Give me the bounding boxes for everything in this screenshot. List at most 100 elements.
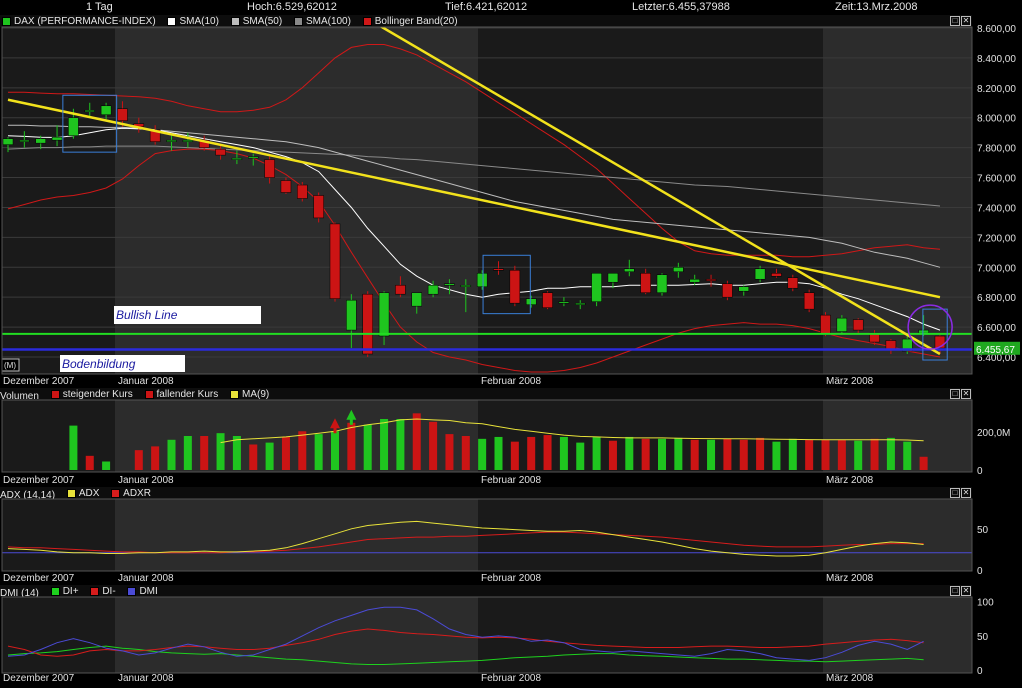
volume-bar <box>690 439 699 470</box>
candle-body <box>885 340 897 350</box>
candle-body <box>231 157 243 160</box>
y-tick-label: 7.800,00 <box>977 144 1016 155</box>
volume-bar <box>429 421 438 470</box>
volume-bar <box>592 436 601 470</box>
volume-bar <box>445 434 454 470</box>
volume-bar <box>216 433 225 470</box>
volume-bar <box>494 436 503 470</box>
candle-body <box>771 273 782 277</box>
volume-bar <box>249 444 258 470</box>
volume-arrow-stem <box>333 427 337 434</box>
candle-body <box>476 273 488 287</box>
volume-bar <box>461 436 470 470</box>
date-label: Februar 2008 <box>481 376 541 387</box>
candle-body <box>427 284 439 295</box>
volume-bar <box>134 450 143 470</box>
candle-body <box>297 184 308 199</box>
date-label: März 2008 <box>826 376 874 387</box>
volume-bar <box>739 439 748 470</box>
candle-body <box>558 301 570 304</box>
volume-bar <box>543 435 552 470</box>
candle-body <box>117 108 128 121</box>
volume-bar <box>870 438 879 470</box>
volume-bar <box>167 439 176 470</box>
volume-bar <box>478 438 487 470</box>
y-tick-label: 7.200,00 <box>977 233 1016 244</box>
volume-bar <box>919 456 928 470</box>
date-label: Februar 2008 <box>481 673 541 684</box>
candle-body <box>35 138 46 144</box>
y-tick-label: 8.400,00 <box>977 54 1016 65</box>
candle-body <box>624 268 635 273</box>
candle-body <box>444 283 455 286</box>
candle-body <box>215 148 226 156</box>
volume-bar <box>756 437 765 470</box>
candle-body <box>280 180 292 193</box>
volume-bar <box>707 439 716 470</box>
panel-bg-band <box>2 499 115 571</box>
candle-body <box>722 283 733 298</box>
date-label: Januar 2008 <box>118 573 174 584</box>
candle-body <box>525 298 537 305</box>
date-label: März 2008 <box>826 673 874 684</box>
volume-bar <box>837 439 846 470</box>
y-tick-label: 0 <box>977 466 983 477</box>
volume-bar <box>854 440 863 470</box>
candle-body <box>836 317 848 332</box>
candle-body <box>248 156 259 159</box>
y-tick-label: 8.600,00 <box>977 24 1016 35</box>
volume-bar <box>232 436 241 470</box>
candle-body <box>182 139 194 142</box>
candle-body <box>852 319 864 331</box>
panel-bg-band <box>823 597 972 673</box>
panel-bg-band <box>478 27 823 374</box>
panel-bg-band <box>115 597 478 673</box>
volume-bar <box>363 424 372 470</box>
panel-bg-band <box>478 499 823 571</box>
panel-bg-band <box>823 499 972 571</box>
candle-body <box>493 268 504 271</box>
candle-body <box>19 139 30 142</box>
candle-body <box>346 299 357 331</box>
volume-bar <box>658 438 666 470</box>
candle-body <box>411 292 422 307</box>
volume-bar <box>412 413 421 470</box>
m-marker-label: (M) <box>4 361 16 370</box>
volume-bar <box>347 422 356 470</box>
date-label: Dezember 2007 <box>3 673 75 684</box>
panel-bg-band <box>2 27 115 374</box>
candle-body <box>656 274 668 293</box>
candle-body <box>264 159 275 178</box>
volume-bar <box>805 439 814 470</box>
volume-bar <box>608 440 617 470</box>
y-tick-label: 100 <box>977 598 994 609</box>
volume-bar <box>331 431 339 470</box>
volume-bar <box>674 437 683 470</box>
candle-body <box>2 138 14 145</box>
bullish-line-label: Bullish Line <box>116 308 178 322</box>
candle-body <box>166 139 177 142</box>
candle-body <box>754 268 766 280</box>
panel-bg-band <box>115 499 478 571</box>
date-label: Februar 2008 <box>481 573 541 584</box>
y-tick-label: 0 <box>977 566 983 577</box>
y-tick-label: 6.600,00 <box>977 323 1016 334</box>
volume-bar <box>559 436 568 470</box>
candle-body <box>820 314 831 335</box>
last-price-label: 6.455,67 <box>976 345 1015 356</box>
panel-bg-band <box>2 597 115 673</box>
date-label: Januar 2008 <box>118 475 174 486</box>
volume-bar <box>788 438 797 470</box>
chart-canvas: Dezember 2007 Januar 2008 Februar 2008 März… <box>1 24 1020 684</box>
y-tick-label: 7.400,00 <box>977 203 1016 214</box>
volume-bar <box>527 436 536 470</box>
y-tick-label: 8.000,00 <box>977 114 1016 125</box>
candle-body <box>460 284 472 287</box>
candle-body <box>738 286 749 292</box>
candle-body <box>84 110 95 112</box>
candle-body <box>803 292 815 310</box>
volume-bar <box>821 439 830 470</box>
volume-arrow-stem <box>349 418 353 425</box>
candle-body <box>705 278 717 281</box>
volume-bar <box>314 434 323 470</box>
